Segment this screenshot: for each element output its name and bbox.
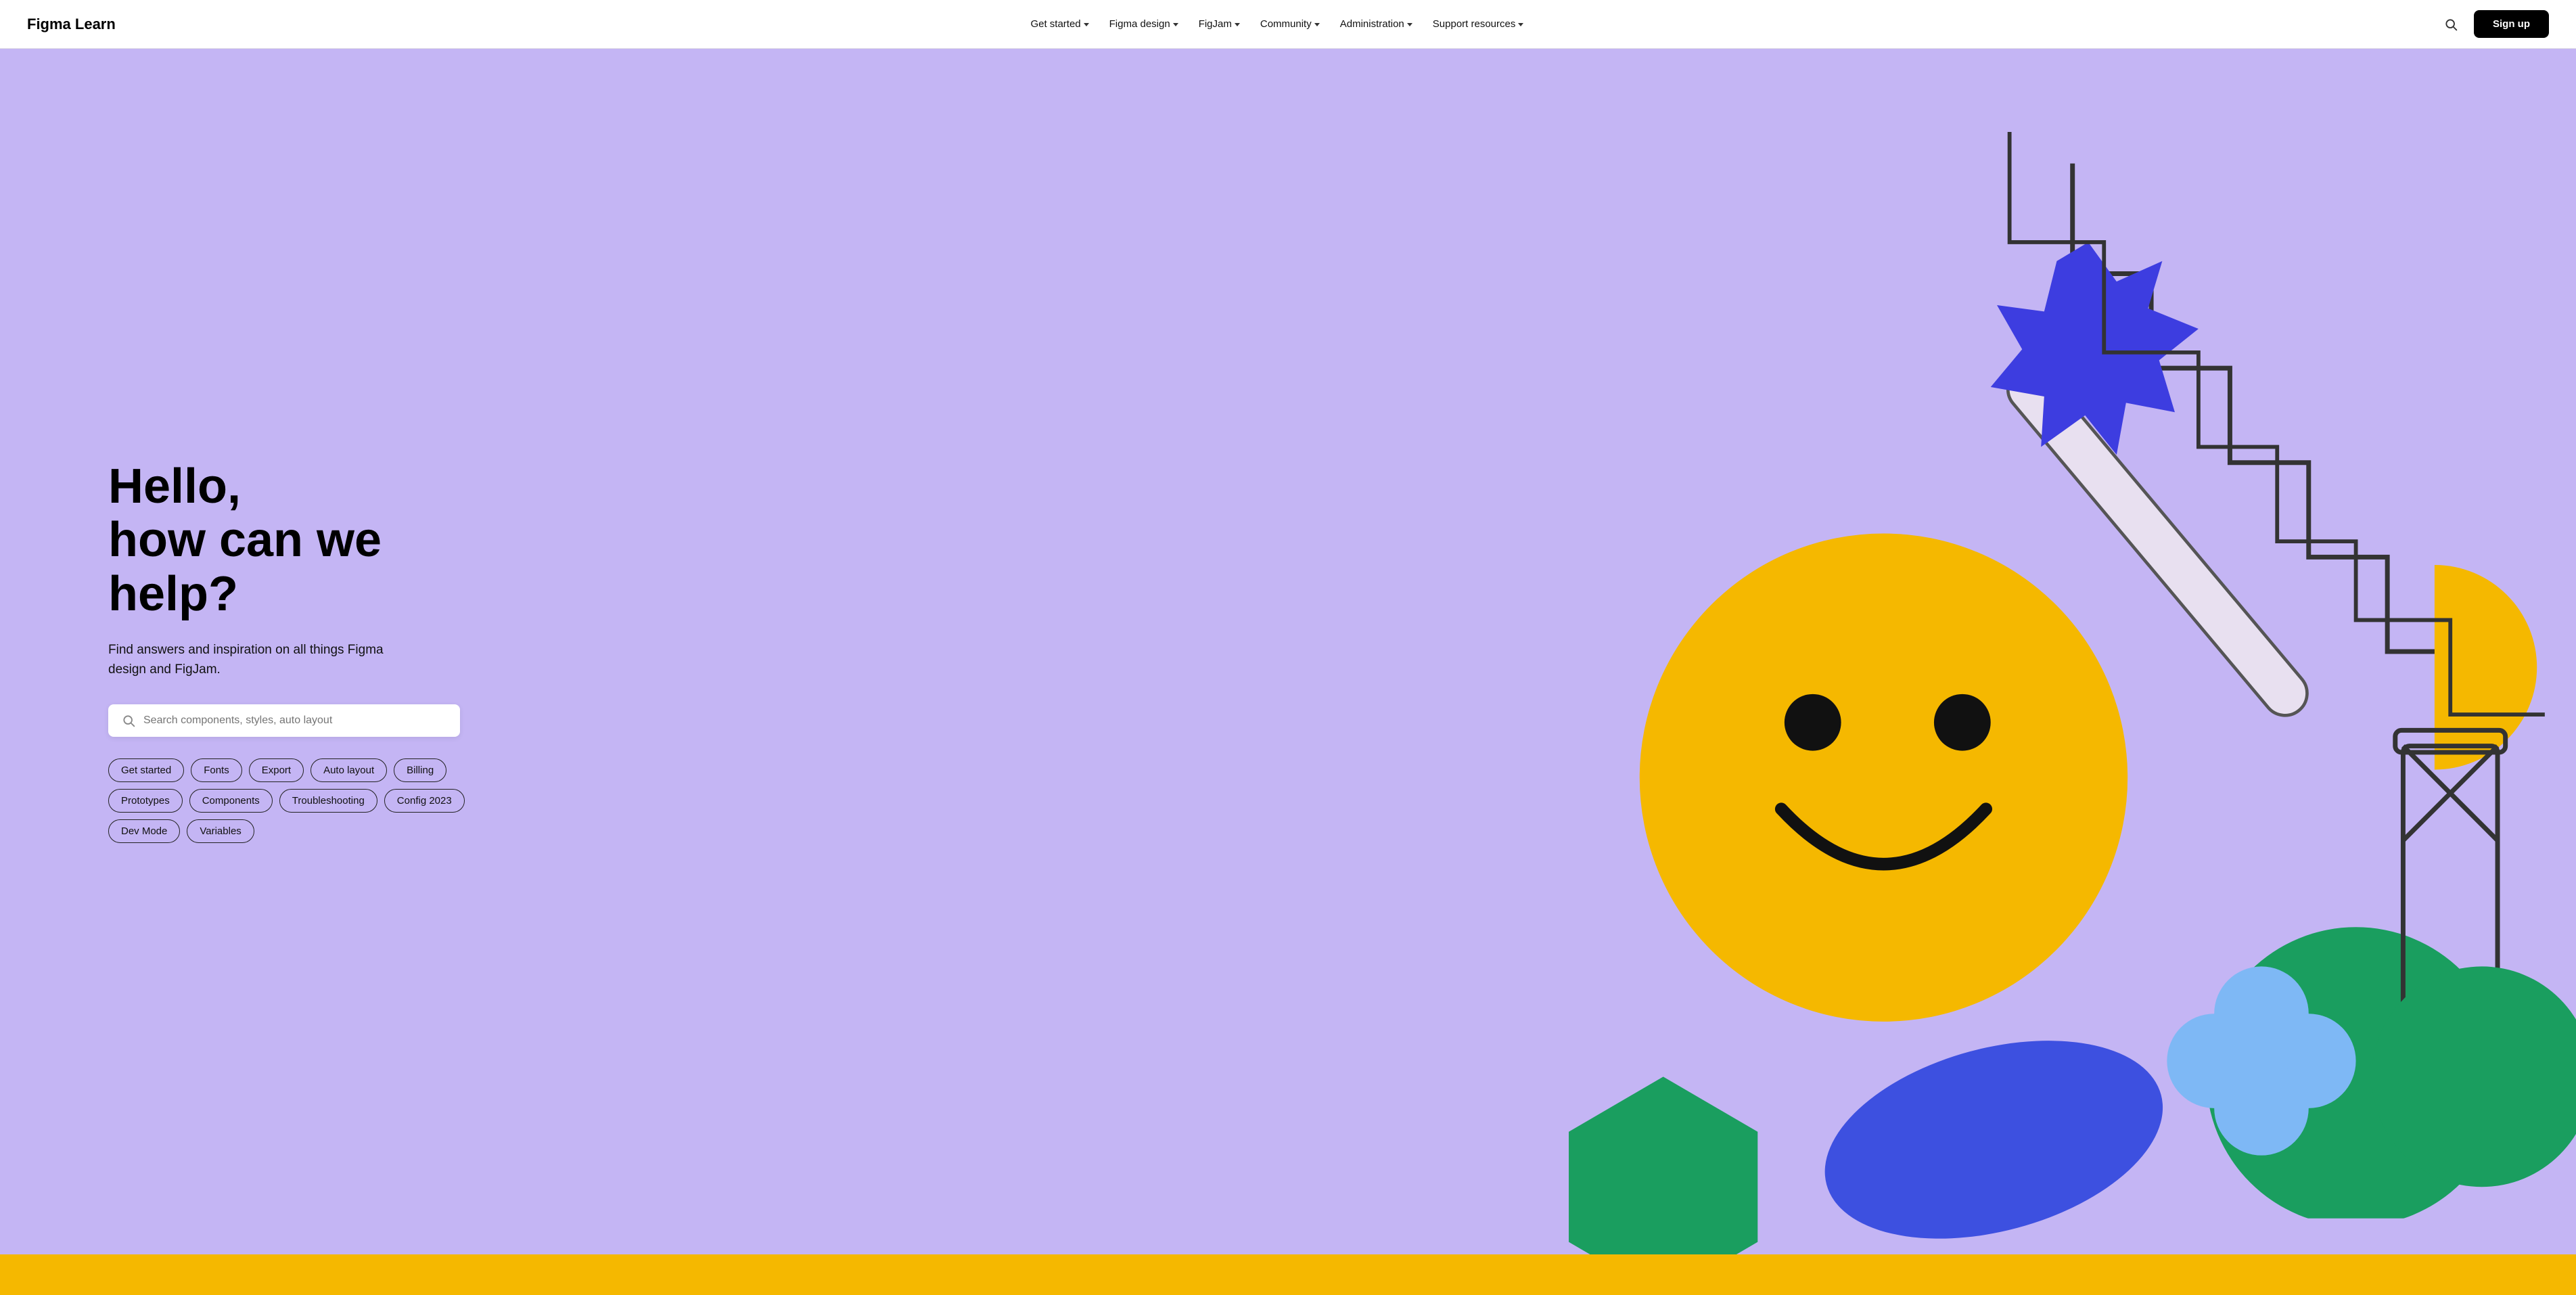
nav-item-administration[interactable]: Administration <box>1332 13 1421 35</box>
search-icon <box>2444 18 2458 31</box>
nav-item-figma-design[interactable]: Figma design <box>1101 13 1187 35</box>
hero-subtitle: Find answers and inspiration on all thin… <box>108 640 433 680</box>
tag-billing[interactable]: Billing <box>394 758 446 782</box>
tag-fonts[interactable]: Fonts <box>191 758 242 782</box>
tag-troubleshooting[interactable]: Troubleshooting <box>279 789 377 813</box>
chevron-down-icon <box>1314 23 1320 26</box>
tag-get-started[interactable]: Get started <box>108 758 184 782</box>
hero-section: Hello, how can we help? Find answers and… <box>0 49 2576 1254</box>
nav-label-figjam: FigJam <box>1199 18 1232 30</box>
chevron-down-icon <box>1518 23 1523 26</box>
tag-config-2023[interactable]: Config 2023 <box>384 789 465 813</box>
search-icon <box>122 714 135 727</box>
nav-label-figma-design: Figma design <box>1109 18 1170 30</box>
tags-row: Get started Fonts ExportAuto layout Billing… <box>108 758 474 843</box>
nav-item-community[interactable]: Community <box>1252 13 1328 35</box>
hero-title: Hello, how can we help? <box>108 460 474 621</box>
tag-variables[interactable]: Variables <box>187 819 254 843</box>
chevron-down-icon <box>1235 23 1240 26</box>
nav-label-support: Support resources <box>1433 18 1516 30</box>
nav-label-administration: Administration <box>1340 18 1404 30</box>
search-input[interactable] <box>143 714 446 727</box>
tag-export[interactable]: Export <box>249 758 304 782</box>
illustration-svg <box>1159 49 2576 1254</box>
chevron-down-icon <box>1173 23 1178 26</box>
nav-item-support[interactable]: Support resources <box>1425 13 1532 35</box>
navbar-right: Sign up <box>2439 10 2549 38</box>
hero-content: Hello, how can we help? Find answers and… <box>0 49 474 1254</box>
nav-menu: Get started Figma design FigJam Communit… <box>116 13 2439 35</box>
search-box <box>108 704 460 737</box>
site-logo[interactable]: Figma Learn <box>27 16 116 33</box>
nav-label-community: Community <box>1260 18 1312 30</box>
bottom-bar <box>0 1254 2576 1295</box>
hero-illustration <box>1159 49 2576 1254</box>
nav-item-figjam[interactable]: FigJam <box>1191 13 1248 35</box>
nav-item-get-started[interactable]: Get started <box>1022 13 1097 35</box>
nav-label-get-started: Get started <box>1030 18 1080 30</box>
search-button[interactable] <box>2439 12 2463 37</box>
chevron-down-icon <box>1084 23 1089 26</box>
tag-prototypes[interactable]: Prototypes <box>108 789 183 813</box>
navbar: Figma Learn Get started Figma design Fig… <box>0 0 2576 49</box>
chevron-down-icon <box>1407 23 1412 26</box>
tag-components[interactable]: Components <box>189 789 273 813</box>
tag-auto-layout[interactable]: Auto layout <box>310 758 387 782</box>
signup-button[interactable]: Sign up <box>2474 10 2549 38</box>
tag-dev-mode[interactable]: Dev Mode <box>108 819 180 843</box>
